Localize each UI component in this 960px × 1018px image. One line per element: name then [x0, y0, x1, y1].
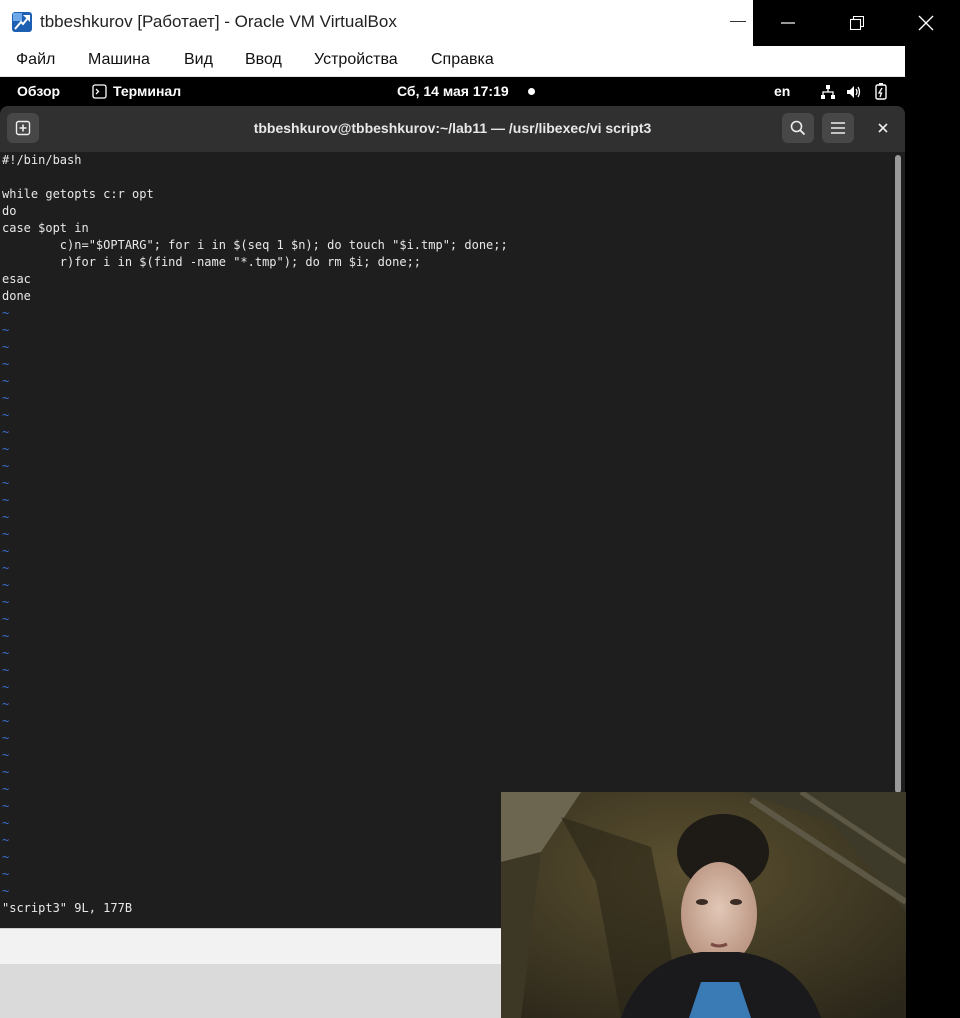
menu-input[interactable]: Ввод	[245, 51, 282, 69]
empty-line-marker: ~	[2, 697, 10, 711]
empty-line-marker: ~	[2, 884, 10, 898]
empty-line-marker: ~	[2, 544, 10, 558]
empty-line-marker: ~	[2, 323, 10, 337]
minimize-icon[interactable]	[730, 21, 746, 22]
virtualbox-status-strip	[0, 928, 501, 965]
empty-line-marker: ~	[2, 629, 10, 643]
menu-file[interactable]: Файл	[16, 51, 55, 69]
code-line: case $opt in	[2, 221, 89, 235]
empty-line-marker: ~	[2, 493, 10, 507]
restore-button[interactable]	[822, 0, 891, 46]
close-icon	[918, 15, 933, 31]
clock[interactable]: Сб, 14 мая 17:19	[397, 83, 509, 99]
code-line: c)n="$OPTARG"; for i in $(seq 1 $n); do …	[2, 238, 508, 252]
terminal-close-button[interactable]	[868, 113, 898, 143]
code-line: #!/bin/bash	[2, 153, 82, 167]
vi-status-line: "script3" 9L, 177B	[2, 901, 133, 915]
empty-line-marker: ~	[2, 459, 10, 473]
empty-line-marker: ~	[2, 731, 10, 745]
empty-line-marker: ~	[2, 646, 10, 660]
empty-line-marker: ~	[2, 510, 10, 524]
window-titlebar: tbbeshkurov [Работает] - Oracle VM Virtu…	[0, 0, 753, 46]
empty-line-marker: ~	[2, 816, 10, 830]
menu-button[interactable]	[822, 113, 854, 143]
empty-line-marker: ~	[2, 714, 10, 728]
window-controls	[753, 0, 960, 46]
empty-line-marker: ~	[2, 782, 10, 796]
minimize-button[interactable]	[753, 0, 822, 46]
code-line: done	[2, 289, 31, 303]
code-line: do	[2, 204, 17, 218]
empty-line-marker: ~	[2, 340, 10, 354]
terminal-scrollbar[interactable]	[895, 155, 901, 793]
notification-dot-icon	[528, 88, 535, 95]
restore-icon	[849, 16, 864, 30]
host-background	[0, 964, 501, 1018]
empty-line-marker: ~	[2, 357, 10, 371]
virtualbox-app-icon	[12, 12, 32, 32]
empty-line-marker: ~	[2, 612, 10, 626]
minimize-icon	[780, 22, 795, 24]
terminal-app-menu[interactable]: Терминал	[92, 83, 181, 99]
hamburger-menu-icon	[831, 122, 845, 134]
menu-view[interactable]: Вид	[184, 51, 213, 69]
empty-line-marker: ~	[2, 578, 10, 592]
code-line: esac	[2, 272, 31, 286]
terminal-icon	[92, 83, 107, 99]
menu-devices[interactable]: Устройства	[314, 51, 398, 69]
empty-line-marker: ~	[2, 306, 10, 320]
webcam-overlay	[501, 792, 906, 1018]
webcam-image	[501, 792, 906, 1018]
empty-line-marker: ~	[2, 561, 10, 575]
close-button[interactable]	[891, 0, 960, 46]
gnome-top-bar: Обзор Терминал Сб, 14 мая 17:19 en	[0, 77, 905, 106]
window-title: tbbeshkurov [Работает] - Oracle VM Virtu…	[40, 12, 397, 31]
empty-line-marker: ~	[2, 425, 10, 439]
empty-line-marker: ~	[2, 680, 10, 694]
terminal-title: tbbeshkurov@tbbeshkurov:~/lab11 — /usr/l…	[253, 120, 652, 136]
code-line: while getopts c:r opt	[2, 187, 154, 201]
code-line: r)for i in $(find -name "*.tmp"); do rm …	[2, 255, 422, 269]
search-icon	[790, 120, 806, 136]
close-icon	[878, 123, 888, 133]
terminal-headerbar: tbbeshkurov@tbbeshkurov:~/lab11 — /usr/l…	[0, 106, 905, 152]
empty-line-marker: ~	[2, 799, 10, 813]
empty-line-marker: ~	[2, 527, 10, 541]
network-icon[interactable]	[820, 84, 836, 100]
empty-line-marker: ~	[2, 833, 10, 847]
empty-line-marker: ~	[2, 765, 10, 779]
activities-button[interactable]: Обзор	[17, 83, 60, 99]
volume-icon[interactable]	[846, 84, 862, 100]
empty-line-marker: ~	[2, 748, 10, 762]
empty-line-marker: ~	[2, 442, 10, 456]
menu-bar: Файл Машина Вид Ввод Устройства Справка	[0, 46, 905, 77]
battery-icon[interactable]	[873, 83, 889, 100]
empty-line-marker: ~	[2, 391, 10, 405]
menu-help[interactable]: Справка	[431, 51, 494, 69]
search-button[interactable]	[782, 113, 814, 143]
empty-line-marker: ~	[2, 374, 10, 388]
empty-line-marker: ~	[2, 476, 10, 490]
empty-line-marker: ~	[2, 663, 10, 677]
empty-line-marker: ~	[2, 850, 10, 864]
menu-machine[interactable]: Машина	[88, 51, 150, 69]
empty-line-marker: ~	[2, 595, 10, 609]
keyboard-layout[interactable]: en	[774, 83, 790, 99]
empty-line-marker: ~	[2, 408, 10, 422]
empty-line-marker: ~	[2, 867, 10, 881]
terminal-app-label: Терминал	[113, 83, 182, 99]
